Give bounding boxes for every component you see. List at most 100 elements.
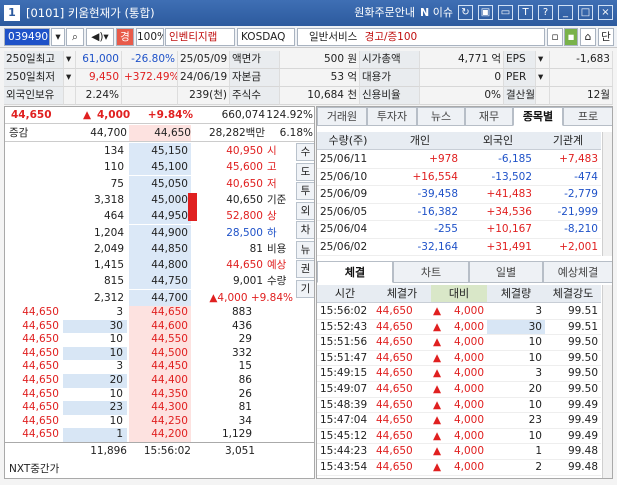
info-cell[interactable]	[536, 87, 550, 105]
trade-cell: 2	[487, 460, 545, 476]
bid-left-price: 44,650	[22, 387, 59, 400]
bottom-tab[interactable]: 예상체결	[543, 261, 612, 283]
investor-cell: +2,001	[535, 239, 601, 256]
bid-price[interactable]: 44,300	[129, 401, 191, 415]
info-cell: EPS	[504, 51, 536, 69]
stock-name[interactable]: 인벤티지랩	[165, 28, 235, 46]
bid-price[interactable]: 44,600	[129, 319, 191, 334]
trade-cell: 20	[487, 382, 545, 398]
code-dropdown-icon[interactable]: ▾	[51, 28, 65, 46]
bid-row: 44,650 10 44,550 29	[5, 333, 295, 347]
bid-price[interactable]: 44,650	[129, 306, 191, 320]
side-button[interactable]: 뉴	[296, 240, 314, 259]
font-size-icon[interactable]: T	[518, 4, 533, 20]
side-button[interactable]: 수	[296, 143, 314, 161]
minimize-icon[interactable]: _	[558, 4, 573, 20]
scrollbar[interactable]	[602, 285, 612, 478]
bid-row: 44,650 20 44,400 86	[5, 374, 295, 388]
order-guide-link[interactable]: 원화주문안내	[354, 4, 415, 20]
trade-cell: 30	[487, 319, 545, 336]
info-cell[interactable]: ▾	[536, 69, 550, 87]
info-cell[interactable]: ▾	[64, 51, 76, 69]
top-tab[interactable]: 뉴스	[417, 107, 465, 126]
ask-price[interactable]: 44,700	[129, 289, 191, 306]
info-cell[interactable]	[64, 87, 76, 105]
window-list-icon[interactable]: ▣	[478, 4, 493, 20]
ask-price[interactable]: 45,150	[129, 143, 191, 159]
side-button[interactable]: 투	[296, 182, 314, 200]
info-cell[interactable]: ▾	[64, 69, 76, 87]
bid-row: 44,650 3 44,650 883	[5, 306, 295, 320]
bid-price[interactable]: 44,400	[129, 374, 191, 388]
info-cell[interactable]: ▾	[536, 51, 550, 69]
trade-cell: 99.50	[545, 351, 601, 367]
header-ask: 44,700	[90, 127, 127, 139]
ask-price[interactable]: 44,750	[129, 273, 191, 290]
ask-qty: 3,318	[93, 193, 124, 206]
bid-price[interactable]: 44,250	[129, 414, 191, 429]
trade-cell: 99.49	[545, 429, 601, 445]
margin-rate: 100%	[136, 28, 164, 46]
sound-icon[interactable]: ◀)▾	[86, 28, 114, 46]
top-tab[interactable]: 거래원	[317, 107, 367, 126]
bid-row: 44,650 3 44,450 15	[5, 360, 295, 374]
ask-price[interactable]: 44,800	[129, 257, 191, 274]
ask-price[interactable]: 45,000	[129, 191, 191, 208]
stock-code-input[interactable]: 039490	[4, 28, 50, 46]
ask-qty: 75	[110, 177, 124, 190]
warning-badge-icon: 경	[116, 28, 134, 46]
top-tab[interactable]: 종목별	[513, 107, 563, 126]
lock-icon[interactable]: ⌂	[580, 28, 596, 46]
top-tab[interactable]: 투자자	[367, 107, 417, 126]
single-button[interactable]: 단	[598, 28, 614, 46]
side-button[interactable]: 도	[296, 162, 314, 181]
top-tab[interactable]: 재무	[465, 107, 513, 126]
ask-price[interactable]: 44,850	[129, 240, 191, 257]
info-cell: 신용비율	[360, 87, 420, 105]
bottom-tab[interactable]: 일별	[469, 261, 543, 283]
bid-price[interactable]: 44,350	[129, 387, 191, 402]
ask-price[interactable]: 44,900	[129, 224, 191, 241]
investor-cell: -255	[379, 221, 461, 239]
investor-header[interactable]: 수량(주)	[317, 132, 379, 150]
current-price: 44,650	[11, 109, 52, 121]
summary-value: 28,500	[226, 226, 263, 239]
bottom-tab[interactable]: 차트	[393, 261, 469, 283]
box-icon[interactable]: ▫	[547, 28, 563, 46]
side-button[interactable]: 외	[296, 201, 314, 220]
maximize-icon[interactable]: □	[578, 4, 593, 20]
ask-price[interactable]: 45,050	[129, 175, 191, 192]
ask-price[interactable]: 45,100	[129, 159, 191, 176]
scrollbar[interactable]	[602, 132, 612, 256]
footer-time: 15:56:02	[143, 445, 191, 457]
investor-cell: -8,210	[535, 221, 601, 239]
side-button[interactable]: 권	[296, 260, 314, 278]
green-flag-icon[interactable]: ▪	[564, 28, 578, 46]
bid-qty: 883	[231, 306, 252, 318]
trade-cell: 4,000 ▲	[431, 398, 487, 414]
news-issue-button[interactable]: N 이슈	[420, 4, 453, 20]
bottom-tab[interactable]: 체결	[317, 261, 393, 283]
title-controls: 원화주문안내 N 이슈 ↻ ▣ ▭ T ? _ □ ×	[354, 4, 613, 20]
help-icon[interactable]: ?	[538, 4, 553, 20]
bid-left-price: 44,650	[22, 414, 59, 427]
bid-price[interactable]: 44,450	[129, 360, 191, 374]
bid-price[interactable]: 44,500	[129, 346, 191, 361]
side-button[interactable]: 기	[296, 279, 314, 298]
search-icon[interactable]: ⌕	[66, 28, 84, 46]
link-icon[interactable]: ↻	[458, 4, 473, 20]
side-button[interactable]: 차	[296, 221, 314, 239]
print-icon[interactable]: ▭	[498, 4, 513, 20]
close-icon[interactable]: ×	[598, 4, 613, 20]
ask-row: 815 44,750 9,001 수량	[5, 273, 295, 290]
window-number: 1	[4, 5, 20, 21]
top-tab[interactable]: 프로	[563, 107, 612, 126]
bid-price[interactable]: 44,550	[129, 333, 191, 347]
price-bar: 44,650 ▲ 4,000 +9.84% 660,074 124.92%	[5, 107, 314, 124]
sector-warning: 일반서비스 경고/증100	[297, 28, 545, 46]
bid-price[interactable]: 44,200	[129, 428, 191, 442]
bid-qty: 86	[238, 374, 252, 386]
trade-cell: 15:45:12	[317, 429, 373, 445]
info-cell: -26.80%	[122, 51, 178, 69]
ask-price[interactable]: 44,950	[129, 208, 191, 225]
